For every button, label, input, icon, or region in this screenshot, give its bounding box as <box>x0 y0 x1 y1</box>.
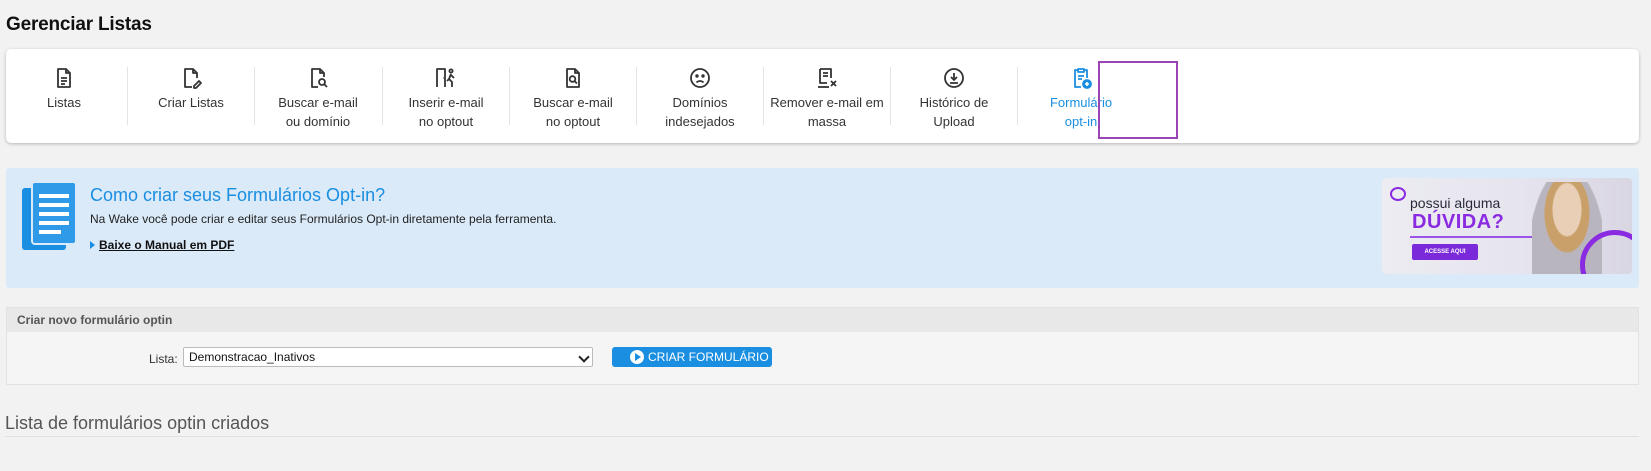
section-divider <box>5 436 1639 437</box>
tool-buscar-email-optout[interactable]: Buscar e-mail no optout <box>506 66 640 136</box>
tool-label: Histórico de <box>919 95 989 110</box>
help-banner[interactable]: possui alguma DÚVIDA? ACESSE AQUI <box>1382 178 1632 274</box>
manual-pdf-link-label: Baixe o Manual em PDF <box>99 238 235 252</box>
clipboard-plus-icon <box>1069 66 1093 90</box>
tool-buscar-email-dominio[interactable]: Buscar e-mail ou domínio <box>251 66 385 136</box>
create-form-panel: Criar novo formulário optin Lista: Demon… <box>6 307 1639 385</box>
tool-formulario-optin[interactable]: Formulário opt-in <box>1014 66 1148 136</box>
tool-label: no optout <box>545 114 601 129</box>
tool-label: Remover e-mail em <box>770 95 884 110</box>
banner-line2: DÚVIDA? <box>1412 211 1505 233</box>
banner-button[interactable]: ACESSE AQUI <box>1412 244 1478 260</box>
download-circle-icon <box>942 66 966 90</box>
tool-label: Upload <box>933 114 975 129</box>
tool-listas[interactable]: Listas <box>0 66 131 136</box>
banner-line1: possui alguma <box>1410 195 1501 211</box>
tool-inserir-email-optout[interactable]: Inserir e-mail no optout <box>379 66 513 136</box>
tool-label: Buscar e-mail <box>278 95 358 110</box>
created-forms-title: Lista de formulários optin criados <box>5 413 270 433</box>
list-label: Lista: <box>149 352 178 366</box>
list-select[interactable]: Demonstracao_Inativos <box>183 347 593 367</box>
tool-dominios-indesejados[interactable]: Domínios indesejados <box>633 66 767 136</box>
info-title: Como criar seus Formulários Opt-in? <box>90 185 386 205</box>
page-title: Gerenciar Listas <box>6 14 152 35</box>
tool-label: opt-in <box>1064 114 1098 129</box>
tool-label: Inserir e-mail <box>408 95 484 110</box>
file-pen-icon <box>179 66 203 90</box>
create-form-header: Criar novo formulário optin <box>7 308 1638 332</box>
list-select-value: Demonstracao_Inativos <box>189 350 316 364</box>
tool-label: indesejados <box>665 114 735 129</box>
tool-historico-upload[interactable]: Histórico de Upload <box>887 66 1021 136</box>
play-circle-icon <box>630 350 644 364</box>
frown-face-icon <box>688 66 712 90</box>
tool-label: massa <box>807 114 847 129</box>
file-magnify-icon <box>561 66 585 90</box>
file-lines-icon <box>52 66 76 90</box>
door-walk-icon <box>434 66 458 90</box>
chat-bubble-icon <box>1390 187 1406 201</box>
tool-label: no optout <box>418 114 474 129</box>
tool-label: Domínios <box>672 95 728 110</box>
manual-pdf-link[interactable]: Baixe o Manual em PDF <box>90 238 234 252</box>
chevron-down-icon <box>578 351 590 363</box>
create-form-button-label: CRIAR FORMULÁRIO <box>648 350 769 364</box>
receipt-x-icon <box>815 66 839 90</box>
tool-criar-listas[interactable]: Criar Listas <box>124 66 258 136</box>
tool-remover-email-massa[interactable]: Remover e-mail em massa <box>760 66 894 136</box>
tool-label: ou domínio <box>285 114 351 129</box>
create-form-button[interactable]: CRIAR FORMULÁRIO <box>612 347 772 367</box>
caret-right-icon <box>90 241 95 249</box>
info-description: Na Wake você pode criar e editar seus Fo… <box>90 212 557 226</box>
tool-label: Buscar e-mail <box>533 95 613 110</box>
tool-label: Listas <box>47 95 81 110</box>
file-search-icon <box>306 66 330 90</box>
document-icon <box>22 181 77 250</box>
tool-label: Criar Listas <box>158 95 224 110</box>
toolbar: Listas Criar Listas Buscar e-mail ou dom… <box>6 49 1639 143</box>
tool-label: Formulário <box>1049 95 1113 110</box>
